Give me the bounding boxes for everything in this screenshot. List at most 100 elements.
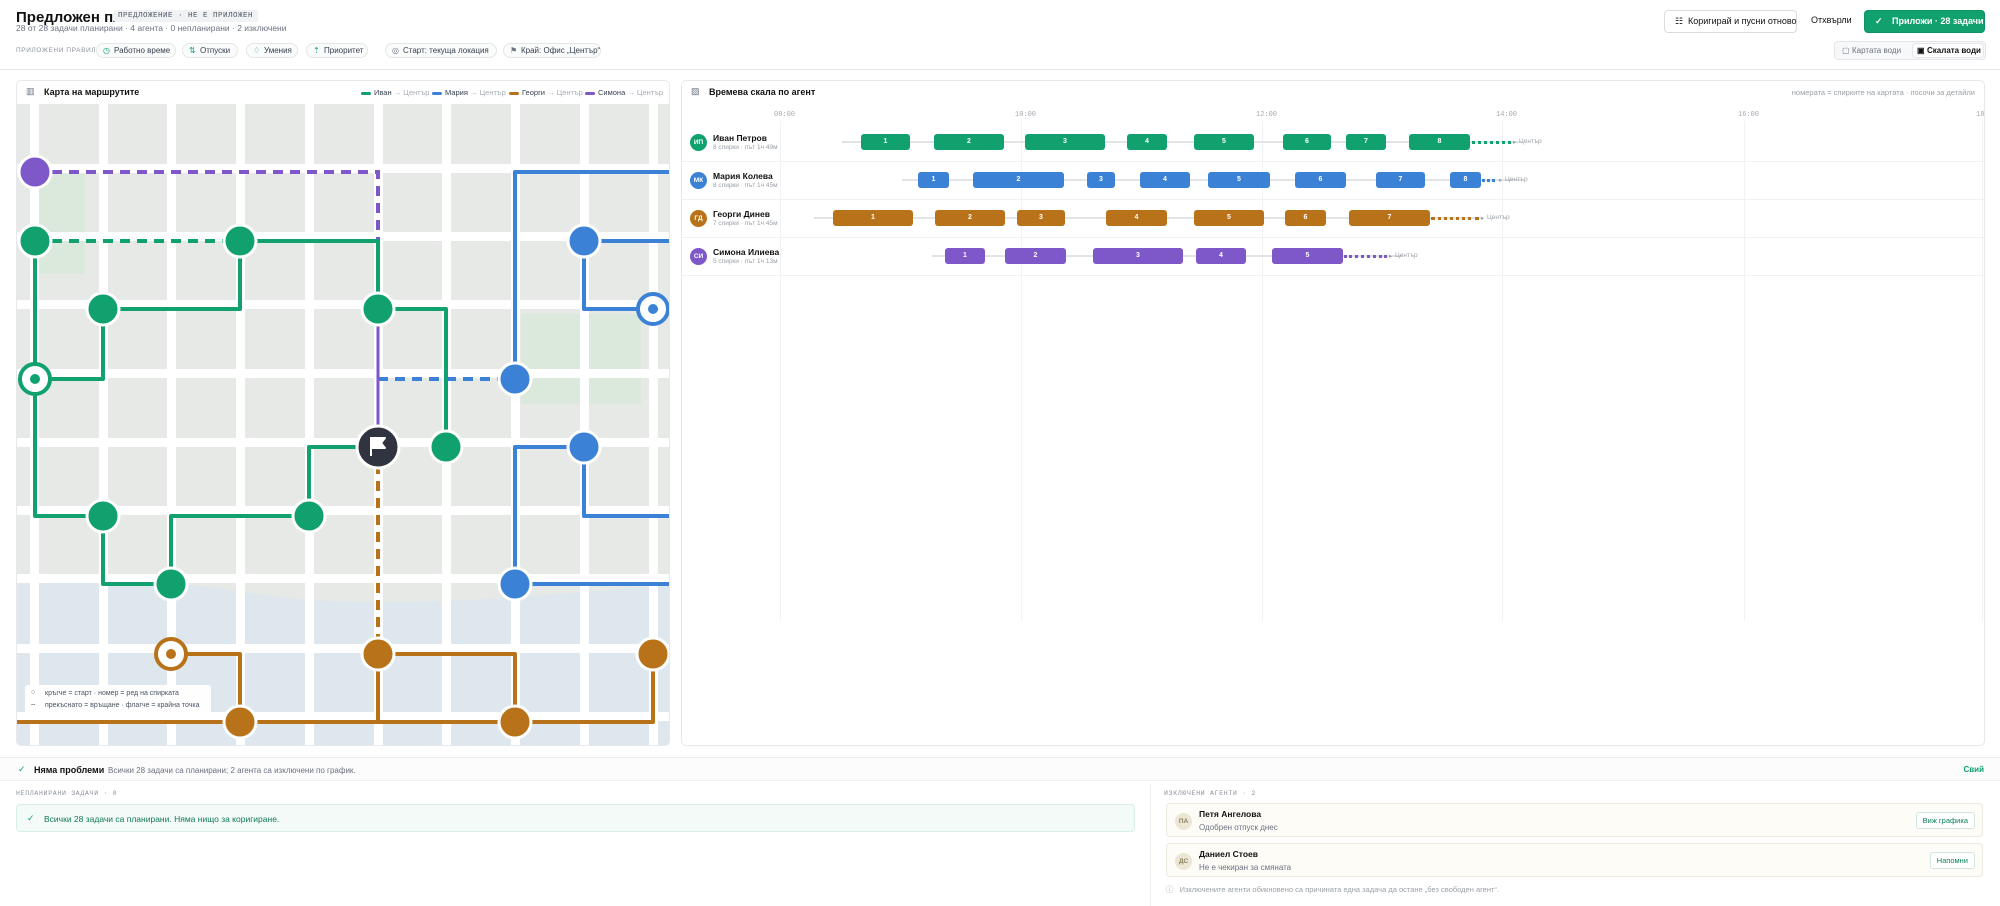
stop-block[interactable]: 8 <box>1450 172 1481 188</box>
stop-block[interactable]: 4 <box>1196 248 1246 264</box>
stop-block[interactable]: 8 <box>1409 134 1470 150</box>
rule-chip-priority[interactable]: ⇡ Приоритет <box>306 43 368 58</box>
remind-button[interactable]: Напомни <box>1929 852 1975 869</box>
stop-block[interactable]: 4 <box>1127 134 1167 150</box>
agent-route-meta: 8 спирки · път 1ч 49м <box>713 144 778 151</box>
agent-route-meta: 5 спирки · път 1ч 13м <box>713 258 778 265</box>
status-badge: ПРЕДЛОЖЕНИЕ · НЕ Е ПРИЛОЖЕН <box>113 10 259 22</box>
avatar: ГД <box>690 210 707 227</box>
legend-simona: Симона → Център <box>585 88 663 97</box>
legend-suffix: → Център <box>470 88 506 97</box>
georgi-stop-marker[interactable] <box>635 636 669 672</box>
rule-chip-working-hours[interactable]: ◷ Работно време <box>96 43 176 58</box>
stop-block[interactable]: 1 <box>833 210 913 226</box>
ivan-stop-marker[interactable] <box>17 223 53 259</box>
return-trip <box>1344 255 1387 258</box>
apply-button[interactable]: ✓ Приложи · 28 задачи <box>1864 10 1985 33</box>
chip-label: Отпуски <box>200 46 231 55</box>
stop-block[interactable]: 6 <box>1283 134 1331 150</box>
chip-label: Край: Офис „Център“ <box>521 46 601 55</box>
stop-block[interactable]: 7 <box>1349 210 1430 226</box>
stop-block[interactable]: 2 <box>935 210 1005 226</box>
view-timeline-leads[interactable]: ▣ Скалата води <box>1913 44 1983 57</box>
priority-icon: ⇡ <box>313 46 320 55</box>
plan-summary: 28 от 28 задачи планирани · 4 агента · 0… <box>16 23 287 33</box>
stop-block[interactable]: 1 <box>945 248 985 264</box>
ivan-stop-marker[interactable] <box>85 498 121 534</box>
view-map-leads[interactable]: ▢ Картата води <box>1838 44 1910 57</box>
stop-block[interactable]: 2 <box>973 172 1064 188</box>
ivan-stop-marker[interactable] <box>428 429 464 465</box>
map-legend-text: кръгче = старт · номер = ред на спирката <box>45 690 179 697</box>
legend-ivan: Иван → Център <box>361 88 429 97</box>
row-divider <box>682 199 1984 200</box>
maria-stop-marker[interactable] <box>497 361 533 397</box>
stop-block[interactable]: 6 <box>1295 172 1346 188</box>
legend-maria: Мария → Център <box>432 88 506 97</box>
ivan-stop-marker[interactable] <box>153 566 189 602</box>
legend-name: Симона <box>598 88 626 97</box>
stop-block[interactable]: 3 <box>1093 248 1183 264</box>
ivan-stop-marker[interactable] <box>360 291 396 327</box>
stop-block[interactable]: 4 <box>1140 172 1190 188</box>
row-divider <box>682 161 1984 162</box>
ivan-stop-marker[interactable] <box>291 498 327 534</box>
georgi-stop-marker[interactable] <box>222 704 258 740</box>
ivan-stop-marker[interactable] <box>222 223 258 259</box>
end-arrow-icon: ▸ <box>1389 253 1393 260</box>
button-label: Коригирай и пусни отново <box>1688 16 1797 26</box>
adjust-rerun-button[interactable]: ☷ Коригирай и пусни отново <box>1664 10 1797 33</box>
timeline-icon: ▨ <box>691 86 700 96</box>
stop-block[interactable]: 2 <box>1005 248 1066 264</box>
section-divider <box>1150 784 1151 906</box>
return-trip <box>1431 217 1479 220</box>
stop-block[interactable]: 1 <box>918 172 949 188</box>
stop-block[interactable]: 3 <box>1087 172 1115 188</box>
map-panel-title: Карта на маршрутите <box>44 87 140 97</box>
legend-suffix: → Център <box>627 88 664 97</box>
maria-stop-marker[interactable] <box>497 566 533 602</box>
stop-block[interactable]: 1 <box>861 134 910 150</box>
route-end-label: Център <box>1487 214 1510 221</box>
georgi-stop-marker[interactable] <box>360 636 396 672</box>
georgi-stop-marker[interactable] <box>497 704 533 740</box>
stop-block[interactable]: 3 <box>1017 210 1065 226</box>
rule-chip-leaves[interactable]: ⇅ Отпуски <box>182 43 238 58</box>
all-planned-text: Всички 28 задачи са планирани. Няма нищо… <box>44 814 280 824</box>
collapse-button[interactable]: Свий <box>1963 765 1984 774</box>
route-map[interactable] <box>17 104 670 746</box>
stop-block[interactable]: 2 <box>934 134 1004 150</box>
ring-icon: ○ <box>31 689 36 696</box>
stop-block[interactable]: 6 <box>1285 210 1326 226</box>
rules-label: ПРИЛОЖЕНИ ПРАВИЛА <box>16 47 102 54</box>
excluded-agent-reason: Не е чекиран за смяната <box>1199 863 1292 872</box>
map-legend-line-1: ○ кръгче = старт · номер = ред на спиркат… <box>31 689 179 697</box>
ivan-stop-marker[interactable] <box>85 291 121 327</box>
agent-name: Иван Петров <box>713 133 767 143</box>
rule-chip-end[interactable]: ⚑ Край: Офис „Център“ <box>503 43 601 58</box>
return-trip <box>1482 179 1495 182</box>
agent-name: Мария Колева <box>713 171 773 181</box>
view-schedule-button[interactable]: Виж графика <box>1915 812 1975 829</box>
page-header: Предложен план ПРЕДЛОЖЕНИЕ · НЕ Е ПРИЛОЖ… <box>0 0 2000 70</box>
stop-block[interactable]: 7 <box>1346 134 1386 150</box>
destination-flag-icon[interactable] <box>355 424 401 470</box>
excluded-section-label: ИЗКЛЮЧЕНИ АГЕНТИ · 2 <box>1164 790 1257 797</box>
avatar: ПА <box>1175 813 1192 830</box>
stop-block[interactable]: 4 <box>1106 210 1167 226</box>
stop-block[interactable]: 5 <box>1194 210 1264 226</box>
reject-button[interactable]: Отхвърли <box>1811 10 1853 33</box>
stop-block[interactable]: 5 <box>1194 134 1254 150</box>
start-dot <box>30 374 40 384</box>
rule-chip-skills[interactable]: ♢ Умения <box>246 43 298 58</box>
stop-block[interactable]: 5 <box>1272 248 1343 264</box>
maria-stop-marker[interactable] <box>566 223 602 259</box>
stop-block[interactable]: 3 <box>1025 134 1105 150</box>
stop-block[interactable]: 5 <box>1208 172 1270 188</box>
rule-chip-start[interactable]: ◎ Старт: текуща локация <box>385 43 497 58</box>
legend-swatch <box>432 92 442 95</box>
maria-stop-marker[interactable] <box>566 429 602 465</box>
stop-block[interactable]: 7 <box>1376 172 1425 188</box>
simona-start-marker[interactable] <box>17 154 53 190</box>
info-icon: ⓘ <box>1166 885 1174 894</box>
